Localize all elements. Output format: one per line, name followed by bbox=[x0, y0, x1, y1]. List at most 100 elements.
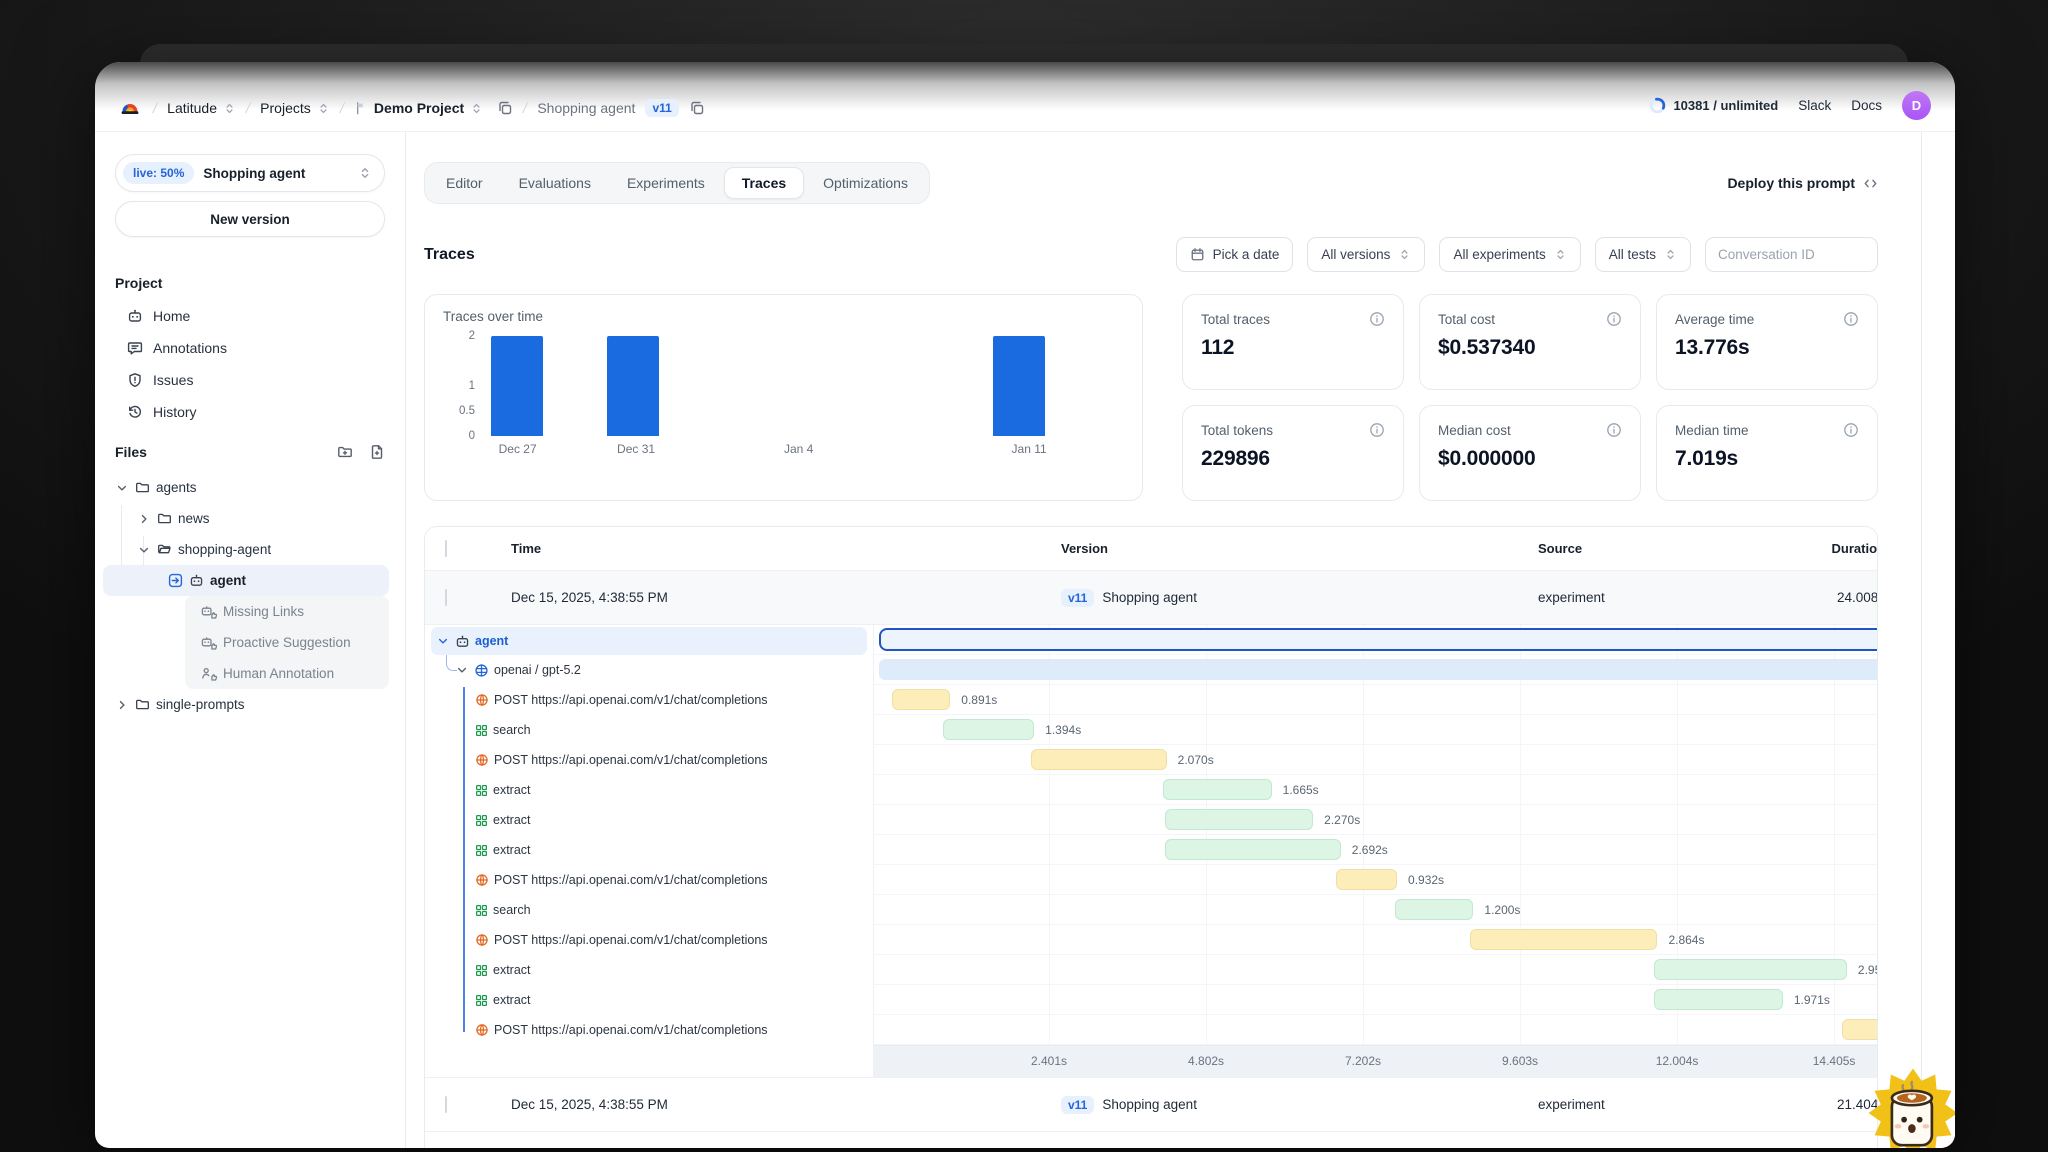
stat-value: 13.776s bbox=[1675, 336, 1859, 360]
tool-boxes-icon bbox=[475, 724, 488, 737]
globe-icon bbox=[475, 1023, 489, 1037]
row-checkbox[interactable] bbox=[445, 1096, 447, 1113]
slack-link[interactable]: Slack bbox=[1798, 98, 1831, 113]
axis-tick-label: 2.401s bbox=[1031, 1054, 1067, 1068]
trace-row[interactable]: Dec 15, 2025, 4:38:55 PM v11 Shopping ag… bbox=[425, 1131, 1877, 1148]
usage-indicator[interactable]: 10381 / unlimited bbox=[1649, 97, 1778, 114]
stat-value: 112 bbox=[1201, 336, 1385, 360]
experiments-filter-select[interactable]: All experiments bbox=[1439, 237, 1580, 272]
span-bar-tool[interactable] bbox=[1654, 959, 1847, 980]
span-tree-item-post[interactable]: POST https://api.openai.com/v1/chat/comp… bbox=[425, 685, 873, 715]
column-header-source[interactable]: Source bbox=[1538, 541, 1767, 556]
stat-value: 7.019s bbox=[1675, 447, 1859, 471]
span-bar-tool[interactable] bbox=[1165, 809, 1313, 830]
tab-evaluations[interactable]: Evaluations bbox=[502, 167, 608, 199]
select-all-checkbox[interactable] bbox=[445, 540, 447, 557]
tree-file-agent-selected[interactable]: agent bbox=[115, 565, 385, 596]
tab-experiments[interactable]: Experiments bbox=[610, 167, 722, 199]
span-tree-item-search[interactable]: search bbox=[425, 715, 873, 745]
live-percentage-badge: live: 50% bbox=[123, 162, 194, 184]
span-tree-item-extract[interactable]: extract bbox=[425, 805, 873, 835]
axis-tick-label: 12.004s bbox=[1656, 1054, 1699, 1068]
span-bar-tool[interactable] bbox=[1165, 839, 1341, 860]
bar-dec-27 bbox=[491, 336, 543, 436]
tree-eval-proactive-suggestion[interactable]: Proactive Suggestion bbox=[115, 627, 385, 658]
span-bar-http[interactable] bbox=[1842, 1019, 1877, 1040]
copy-icon[interactable] bbox=[689, 100, 705, 116]
span-tree-item-post[interactable]: POST https://api.openai.com/v1/chat/comp… bbox=[425, 925, 873, 955]
chart-title: Traces over time bbox=[443, 309, 1124, 324]
info-icon[interactable] bbox=[1606, 422, 1622, 438]
span-bar-llm[interactable] bbox=[879, 659, 1877, 680]
span-bar-http[interactable] bbox=[892, 689, 950, 710]
span-tree-item-agent[interactable]: agent bbox=[431, 627, 867, 655]
chevron-updown-icon bbox=[1664, 248, 1677, 261]
sidebar-item-home[interactable]: Home bbox=[115, 300, 385, 332]
new-version-button[interactable]: New version bbox=[115, 201, 385, 237]
span-bar-tool[interactable] bbox=[1654, 989, 1783, 1010]
tree-eval-human-annotation[interactable]: Human Annotation bbox=[115, 658, 385, 689]
latitude-logo-icon[interactable] bbox=[117, 96, 143, 120]
tests-filter-select[interactable]: All tests bbox=[1595, 237, 1691, 272]
versions-filter-select[interactable]: All versions bbox=[1307, 237, 1425, 272]
user-avatar[interactable]: D bbox=[1902, 91, 1931, 120]
bar-chart-plot: 210.50Dec 27Dec 31Jan 4Jan 11 bbox=[443, 336, 1124, 466]
span-tree-item-post[interactable]: POST https://api.openai.com/v1/chat/comp… bbox=[425, 865, 873, 895]
span-bar-tool[interactable] bbox=[1395, 899, 1473, 920]
sidebar-item-issues[interactable]: Issues bbox=[115, 364, 385, 396]
tab-editor[interactable]: Editor bbox=[429, 167, 500, 199]
deploy-prompt-button[interactable]: Deploy this prompt bbox=[1727, 175, 1878, 191]
info-icon[interactable] bbox=[1369, 422, 1385, 438]
info-icon[interactable] bbox=[1843, 422, 1859, 438]
span-bar-agent[interactable] bbox=[879, 628, 1877, 651]
tree-folder-news[interactable]: news bbox=[115, 503, 385, 534]
stat-label: Average time bbox=[1675, 312, 1754, 327]
info-icon[interactable] bbox=[1606, 311, 1622, 327]
main-content: Editor Evaluations Experiments Traces Op… bbox=[406, 132, 1921, 1148]
new-folder-icon[interactable] bbox=[337, 444, 353, 460]
info-icon[interactable] bbox=[1369, 311, 1385, 327]
breadcrumb-project[interactable]: Demo Project bbox=[354, 100, 483, 116]
trace-row-expanded[interactable]: Dec 15, 2025, 4:38:55 PM v11 Shopping ag… bbox=[425, 571, 1877, 624]
span-tree-item-extract[interactable]: extract bbox=[425, 775, 873, 805]
tree-folder-shopping-agent[interactable]: shopping-agent bbox=[115, 534, 385, 565]
tree-folder-agents[interactable]: agents bbox=[115, 472, 385, 503]
new-file-icon[interactable] bbox=[369, 444, 385, 460]
breadcrumb-projects[interactable]: Projects bbox=[260, 100, 330, 116]
selected-prompt-name: Shopping agent bbox=[203, 166, 349, 181]
breadcrumb-prompt[interactable]: Shopping agent bbox=[537, 100, 635, 116]
column-header-time[interactable]: Time bbox=[511, 541, 1061, 556]
span-tree-item-search[interactable]: search bbox=[425, 895, 873, 925]
info-icon[interactable] bbox=[1843, 311, 1859, 327]
conversation-id-input[interactable] bbox=[1705, 237, 1878, 272]
tab-optimizations[interactable]: Optimizations bbox=[806, 167, 925, 199]
span-bar-tool[interactable] bbox=[943, 719, 1034, 740]
span-bar-http[interactable] bbox=[1031, 749, 1166, 770]
span-tree-item-post[interactable]: POST https://api.openai.com/v1/chat/comp… bbox=[425, 1015, 873, 1045]
span-tree-item-extract[interactable]: extract bbox=[425, 835, 873, 865]
date-picker-button[interactable]: Pick a date bbox=[1176, 237, 1294, 272]
span-bar-http[interactable] bbox=[1336, 869, 1397, 890]
span-tree-item-extract[interactable]: extract bbox=[425, 955, 873, 985]
span-tree-item-post[interactable]: POST https://api.openai.com/v1/chat/comp… bbox=[425, 745, 873, 775]
column-header-duration[interactable]: Duration bbox=[1767, 541, 1878, 556]
collapsed-side-panel[interactable] bbox=[1921, 132, 1955, 1148]
breadcrumb-org[interactable]: Latitude bbox=[167, 100, 236, 116]
prompt-selector[interactable]: live: 50% Shopping agent bbox=[115, 154, 385, 192]
trace-row[interactable]: Dec 15, 2025, 4:38:55 PM v11 Shopping ag… bbox=[425, 1078, 1877, 1131]
sidebar-item-history[interactable]: History bbox=[115, 396, 385, 428]
span-tree-item-extract[interactable]: extract bbox=[425, 985, 873, 1015]
tree-folder-single-prompts[interactable]: single-prompts bbox=[115, 689, 385, 720]
span-bar-http[interactable] bbox=[1470, 929, 1657, 950]
span-bar-tool[interactable] bbox=[1163, 779, 1272, 800]
trace-duration: 24.008s bbox=[1767, 590, 1878, 605]
copy-icon[interactable] bbox=[497, 100, 513, 116]
sidebar-item-annotations[interactable]: Annotations bbox=[115, 332, 385, 364]
tree-eval-missing-links[interactable]: Missing Links bbox=[115, 596, 385, 627]
span-tree-item-openai[interactable]: openai / gpt-5.2 bbox=[425, 655, 873, 685]
column-header-version[interactable]: Version bbox=[1061, 541, 1538, 556]
row-checkbox[interactable] bbox=[445, 589, 447, 606]
tab-traces[interactable]: Traces bbox=[724, 167, 804, 199]
tree-item-label: news bbox=[178, 511, 210, 526]
docs-link[interactable]: Docs bbox=[1851, 98, 1882, 113]
